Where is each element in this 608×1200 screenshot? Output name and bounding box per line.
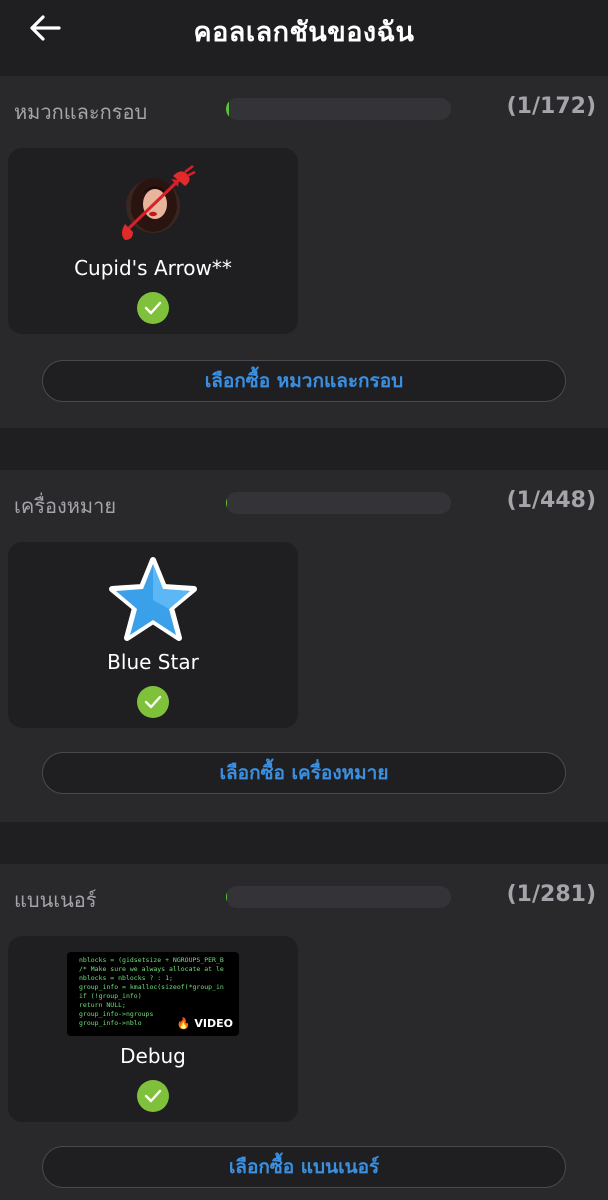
cupid-avatar-frame: [107, 160, 199, 252]
progress-bar: [226, 886, 451, 908]
collection-item-card[interactable]: nblocks = (gidsetsize + NGROUPS_PER_B /*…: [8, 936, 298, 1122]
blue-star-icon: [107, 554, 199, 646]
section-title: หมวกและกรอบ: [14, 100, 148, 124]
progress-fill: [226, 886, 227, 908]
check-icon: [137, 686, 169, 718]
progress-fill: [226, 98, 229, 120]
section-header: หมวกและกรอบ (1/172): [14, 94, 596, 124]
section-header: แบนเนอร์ (1/281): [14, 882, 596, 912]
collection-item-card[interactable]: Blue Star: [8, 542, 298, 728]
code-line: group_info->ngroups: [79, 1010, 154, 1018]
shop-hats-frames-button[interactable]: เลือกซื้อ หมวกและกรอบ: [42, 360, 566, 402]
code-line: if (!group_info): [79, 992, 142, 1000]
collection-item-card[interactable]: Cupid's Arrow**: [8, 148, 298, 334]
video-badge: 🔥 VIDEO: [177, 1017, 233, 1030]
top-bar: คอลเลกชันของฉัน: [0, 0, 608, 66]
code-line: group_info->nblo: [79, 1019, 142, 1027]
shop-badges-button[interactable]: เลือกซื้อ เครื่องหมาย: [42, 752, 566, 794]
section-count: (1/172): [506, 94, 596, 119]
progress-bar: [226, 98, 451, 120]
code-line: nblocks = nblocks ? : 1;: [79, 974, 173, 982]
shop-banners-button[interactable]: เลือกซื้อ แบนเนอร์: [42, 1146, 566, 1188]
item-name: Debug: [120, 1044, 186, 1068]
video-badge-label: VIDEO: [194, 1017, 233, 1030]
fire-icon: 🔥: [176, 1017, 191, 1030]
page-title: คอลเลกชันของฉัน: [193, 17, 415, 48]
item-name: Cupid's Arrow**: [74, 256, 232, 280]
progress-bar: [226, 492, 451, 514]
code-line: return NULL;: [79, 1001, 126, 1009]
section-banners: แบนเนอร์ (1/281) nblocks = (gidsetsize +…: [0, 864, 608, 1200]
section-badges: เครื่องหมาย (1/448) Blue Star เลือกซื้อ …: [0, 470, 608, 822]
banner-thumbnail: nblocks = (gidsetsize + NGROUPS_PER_B /*…: [67, 952, 239, 1036]
code-line: /* Make sure we always allocate at le: [79, 965, 224, 973]
check-icon: [137, 1080, 169, 1112]
code-line: nblocks = (gidsetsize + NGROUPS_PER_B: [79, 956, 224, 964]
progress-fill: [226, 492, 227, 514]
code-banner-video: nblocks = (gidsetsize + NGROUPS_PER_B /*…: [67, 952, 239, 1036]
section-hats-frames: หมวกและกรอบ (1/172) Cupid's Arrow** เลือ…: [0, 76, 608, 428]
section-count: (1/281): [506, 882, 596, 907]
code-line: group_info = kmalloc(sizeof(*group_in: [79, 983, 224, 991]
item-name: Blue Star: [107, 650, 199, 674]
section-header: เครื่องหมาย (1/448): [14, 488, 596, 518]
check-icon: [137, 292, 169, 324]
section-count: (1/448): [506, 488, 596, 513]
section-title: แบนเนอร์: [14, 888, 97, 912]
section-title: เครื่องหมาย: [14, 494, 117, 518]
